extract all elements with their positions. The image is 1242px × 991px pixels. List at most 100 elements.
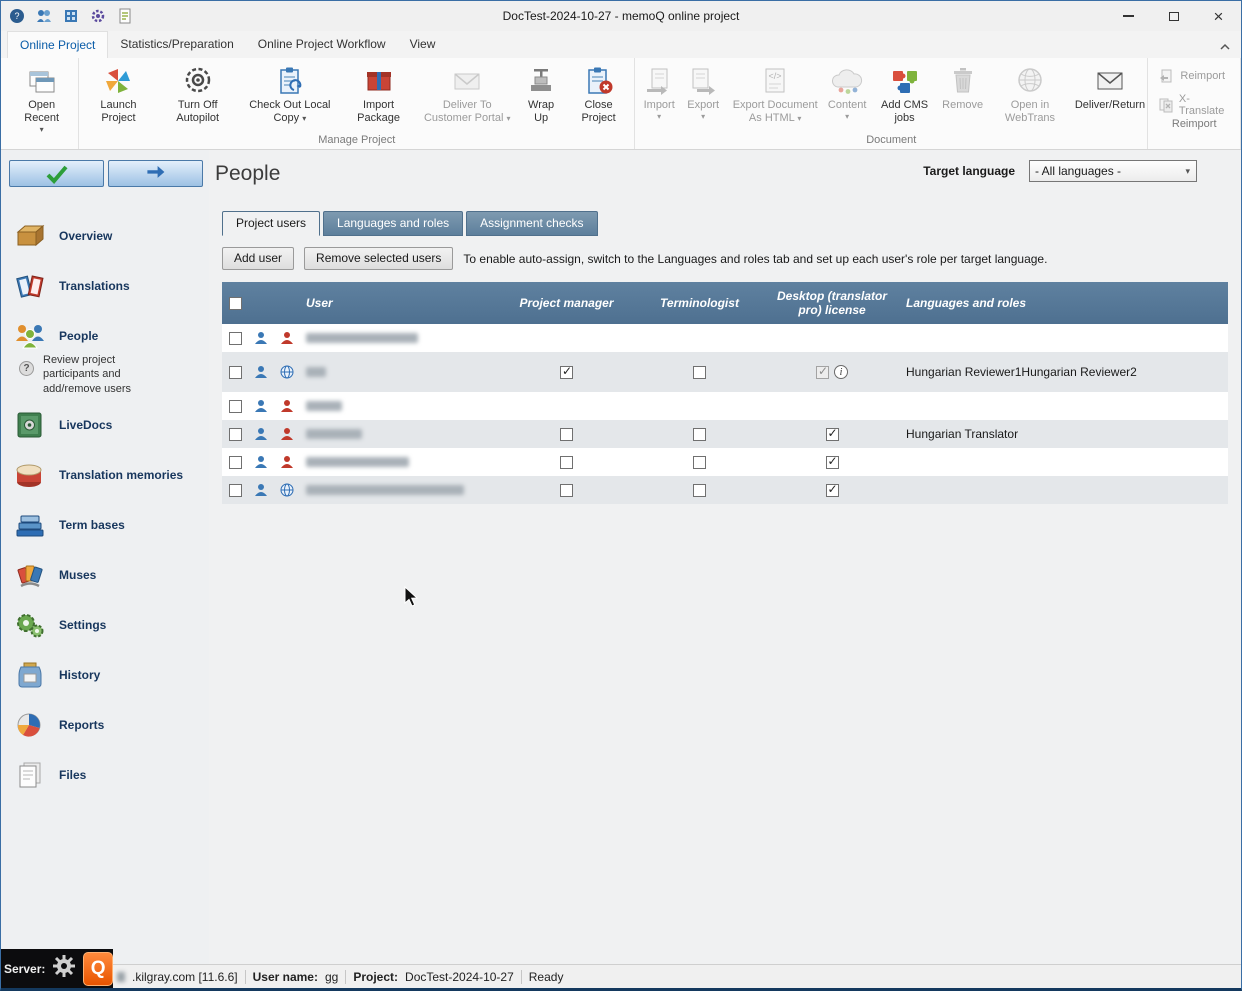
project-manager-checkbox[interactable] <box>560 456 573 469</box>
tab-languages-and-roles[interactable]: Languages and roles <box>323 211 463 236</box>
column-header-desktop-license[interactable]: Desktop (translator pro) license <box>766 289 898 318</box>
turn-off-autopilot-button[interactable]: Turn Off Autopilot <box>156 58 240 133</box>
open-recent-button[interactable]: Open Recent▾ <box>7 58 76 136</box>
wrap-up-button[interactable]: Wrap Up <box>517 58 565 133</box>
column-header-languages-roles[interactable]: Languages and roles <box>898 296 1228 310</box>
memoq-taskbar-icon[interactable]: Q <box>83 952 113 986</box>
terminologist-checkbox[interactable] <box>693 428 706 441</box>
tab-assignment-checks[interactable]: Assignment checks <box>466 211 597 236</box>
reimport-icon <box>1158 68 1174 84</box>
document-quick-icon[interactable] <box>117 8 133 24</box>
sidebar-item-history[interactable]: History <box>9 650 209 700</box>
translations-icon <box>11 271 49 301</box>
table-row[interactable] <box>222 392 1228 420</box>
sidebar-item-settings[interactable]: Settings <box>9 600 209 650</box>
tab-online-project[interactable]: Online Project <box>7 31 108 58</box>
project-manager-checkbox[interactable] <box>560 366 573 379</box>
sidebar-item-label: Settings <box>59 618 106 632</box>
import-package-button[interactable]: Import Package <box>340 58 417 133</box>
target-language-select[interactable]: - All languages - ▾ <box>1029 160 1197 182</box>
tab-statistics-preparation[interactable]: Statistics/Preparation <box>108 31 245 58</box>
tab-project-users[interactable]: Project users <box>222 211 320 236</box>
export-label: Export <box>687 99 719 111</box>
terminologist-checkbox[interactable] <box>693 456 706 469</box>
sidebar-item-term-bases[interactable]: Term bases <box>9 500 209 550</box>
remove-selected-users-button[interactable]: Remove selected users <box>304 247 453 270</box>
export-html-icon: </> <box>759 63 791 99</box>
open-in-webtrans-label: Open in WebTrans <box>1005 99 1055 124</box>
ribbon-tab-bar: Online Project Statistics/Preparation On… <box>1 31 1241 58</box>
row-select-checkbox[interactable] <box>229 332 242 345</box>
ribbon-group-reimport: Reimport X-Translate Reimport <box>1148 58 1241 149</box>
row-select-checkbox[interactable] <box>229 484 242 497</box>
close-button[interactable]: × <box>1196 2 1241 30</box>
user-icon <box>248 399 274 413</box>
check-out-local-copy-button[interactable]: Check Out Local Copy ▾ <box>240 58 340 133</box>
close-project-button[interactable]: Close Project <box>565 58 632 133</box>
terminologist-checkbox[interactable] <box>693 484 706 497</box>
sidebar-item-livedocs[interactable]: LiveDocs <box>9 400 209 450</box>
help-icon[interactable]: ? <box>19 361 34 376</box>
terminologist-checkbox[interactable] <box>693 366 706 379</box>
desktop-license-checkbox[interactable] <box>826 484 839 497</box>
select-all-checkbox[interactable] <box>229 297 242 310</box>
memoq-app-icon[interactable]: ? <box>9 8 25 24</box>
table-row[interactable]: i Hungarian Reviewer1Hungarian Reviewer2 <box>222 352 1228 392</box>
table-row[interactable] <box>222 476 1228 504</box>
project-manager-checkbox[interactable] <box>560 484 573 497</box>
server-value: .kilgray.com [11.6.6] <box>132 970 238 984</box>
row-select-checkbox[interactable] <box>229 400 242 413</box>
deliver-return-button[interactable]: Deliver/Return <box>1075 58 1146 133</box>
info-icon[interactable]: i <box>834 365 848 379</box>
sidebar-item-translation-memories[interactable]: Translation memories <box>9 450 209 500</box>
desktop-license-checkbox <box>816 366 829 379</box>
row-select-checkbox[interactable] <box>229 428 242 441</box>
target-language-value: - All languages - <box>1035 164 1121 178</box>
server-quick-icon[interactable] <box>63 8 79 24</box>
redacted-user-name <box>306 333 418 343</box>
desktop-license-checkbox[interactable] <box>826 456 839 469</box>
gear-icon[interactable] <box>52 954 76 983</box>
column-header-user[interactable]: User <box>300 296 500 310</box>
table-row[interactable] <box>222 324 1228 352</box>
people-quick-icon[interactable] <box>36 8 52 24</box>
add-user-button[interactable]: Add user <box>222 247 294 270</box>
open-recent-icon <box>26 63 58 99</box>
sidebar-item-reports[interactable]: Reports <box>9 700 209 750</box>
column-header-project-manager[interactable]: Project manager <box>500 296 633 310</box>
row-select-checkbox[interactable] <box>229 456 242 469</box>
tab-view[interactable]: View <box>398 31 448 58</box>
deliver-to-customer-portal-label: Deliver To Customer Portal <box>424 99 503 124</box>
project-manager-checkbox[interactable] <box>560 428 573 441</box>
sidebar-item-overview[interactable]: Overview <box>9 211 209 261</box>
desktop-license-checkbox[interactable] <box>826 428 839 441</box>
table-row[interactable]: Hungarian Translator <box>222 420 1228 448</box>
sidebar-item-translations[interactable]: Translations <box>9 261 209 311</box>
minimize-button[interactable] <box>1106 2 1151 30</box>
column-header-terminologist[interactable]: Terminologist <box>633 296 766 310</box>
export-button: Export▾ <box>681 58 725 133</box>
window-title: DocTest-2024-10-27 - memoQ online projec… <box>1 9 1241 23</box>
tab-online-project-workflow[interactable]: Online Project Workflow <box>246 31 398 58</box>
sidebar-item-files[interactable]: Files <box>9 750 209 800</box>
table-row[interactable] <box>222 448 1228 476</box>
launch-project-label: Launch Project <box>100 99 136 124</box>
collapse-ribbon-button[interactable] <box>1219 38 1231 56</box>
sidebar-deliver-button[interactable] <box>108 160 203 187</box>
minimize-icon <box>1123 15 1134 17</box>
ribbon-group-label: Reimport <box>1150 117 1238 133</box>
project-label: Project: <box>353 970 398 984</box>
livedocs-icon <box>11 410 49 440</box>
svg-text:</>: </> <box>769 71 782 81</box>
settings-quick-icon[interactable] <box>90 8 106 24</box>
maximize-button[interactable] <box>1151 2 1196 30</box>
add-cms-jobs-button[interactable]: Add CMS jobs <box>869 58 940 133</box>
language-role: Hungarian Reviewer1 <box>906 364 1021 380</box>
sidebar-check-button[interactable] <box>9 160 104 187</box>
launch-project-button[interactable]: Launch Project <box>81 58 155 133</box>
sidebar-item-muses[interactable]: Muses <box>9 550 209 600</box>
project-value: DocTest-2024-10-27 <box>405 970 514 984</box>
redacted-user-name <box>306 429 362 439</box>
files-icon <box>11 760 49 790</box>
row-select-checkbox[interactable] <box>229 366 242 379</box>
